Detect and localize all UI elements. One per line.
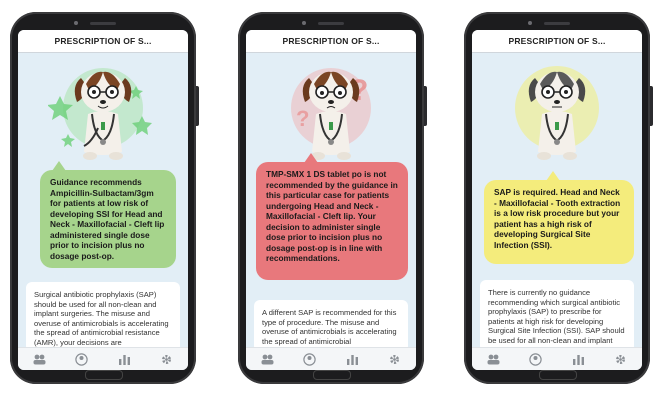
settings-icon[interactable] (614, 352, 628, 366)
side-button (650, 86, 653, 126)
bottom-nav (18, 347, 188, 370)
bubble-tail (304, 153, 318, 163)
feedback-text: Guidance recommends Ampicillin-Sulbactam… (50, 177, 165, 261)
info-card[interactable]: Surgical antibiotic prophylaxis (SAP) sh… (26, 282, 180, 352)
header-bar: PRESCRIPTION OF S... (18, 30, 188, 53)
phone-frame-1: PRESCRIPTION OF S... Guidance recommends… (10, 12, 199, 384)
feedback-bubble: TMP-SMX 1 DS tablet po is not recommende… (256, 153, 408, 280)
stats-icon[interactable] (345, 352, 359, 366)
speaker-grille (544, 22, 570, 25)
feedback-bubble: Guidance recommends Ampicillin-Sulbactam… (40, 161, 176, 268)
header-bar: PRESCRIPTION OF S... (472, 30, 642, 53)
camera-icon (74, 21, 78, 25)
info-text: A different SAP is recommended for this … (262, 308, 397, 346)
app-screen-1: PRESCRIPTION OF S... Guidance recommends… (18, 30, 188, 370)
app-screen-2: PRESCRIPTION OF S... ? ? (246, 30, 416, 370)
home-button[interactable] (313, 370, 351, 380)
info-card[interactable]: A different SAP is recommended for this … (254, 300, 408, 352)
page-title: PRESCRIPTION OF S... (508, 36, 606, 46)
bubble-tail (546, 171, 560, 181)
stats-icon[interactable] (571, 352, 585, 366)
side-button (196, 86, 199, 126)
settings-icon[interactable] (160, 352, 174, 366)
home-button[interactable] (539, 370, 577, 380)
phone-frame-3: PRESCRIPTION OF S... SAP is required. He… (464, 12, 653, 384)
bubble-tail (52, 161, 66, 171)
bottom-nav (246, 347, 416, 370)
bottom-nav (472, 347, 642, 370)
profile-icon[interactable] (75, 352, 89, 366)
app-screen-3: PRESCRIPTION OF S... SAP is required. He… (472, 30, 642, 370)
info-text: Surgical antibiotic prophylaxis (SAP) sh… (34, 290, 169, 347)
feedback-text: SAP is required. Head and Neck - Maxillo… (494, 187, 621, 250)
team-icon[interactable] (260, 352, 274, 366)
stats-icon[interactable] (117, 352, 131, 366)
settings-icon[interactable] (388, 352, 402, 366)
info-card[interactable]: There is currently no guidance recommend… (480, 280, 634, 352)
camera-icon (528, 21, 532, 25)
side-button (424, 86, 427, 126)
feedback-text: TMP-SMX 1 DS tablet po is not recommende… (266, 169, 398, 263)
dog-mascot-confused: ? ? (291, 68, 371, 160)
dog-mascot-happy (48, 68, 152, 160)
page-title: PRESCRIPTION OF S... (54, 36, 152, 46)
speaker-grille (318, 22, 344, 25)
feedback-bubble: SAP is required. Head and Neck - Maxillo… (484, 171, 634, 264)
info-text: There is currently no guidance recommend… (488, 288, 625, 352)
profile-icon[interactable] (303, 352, 317, 366)
header-bar: PRESCRIPTION OF S... (246, 30, 416, 53)
dog-mascot-worried (515, 66, 599, 160)
phone-frame-2: PRESCRIPTION OF S... ? ? (238, 12, 427, 384)
home-button[interactable] (85, 370, 123, 380)
camera-icon (302, 21, 306, 25)
team-icon[interactable] (486, 352, 500, 366)
page-title: PRESCRIPTION OF S... (282, 36, 380, 46)
svg-text:?: ? (296, 106, 309, 131)
team-icon[interactable] (32, 352, 46, 366)
profile-icon[interactable] (529, 352, 543, 366)
speaker-grille (90, 22, 116, 25)
